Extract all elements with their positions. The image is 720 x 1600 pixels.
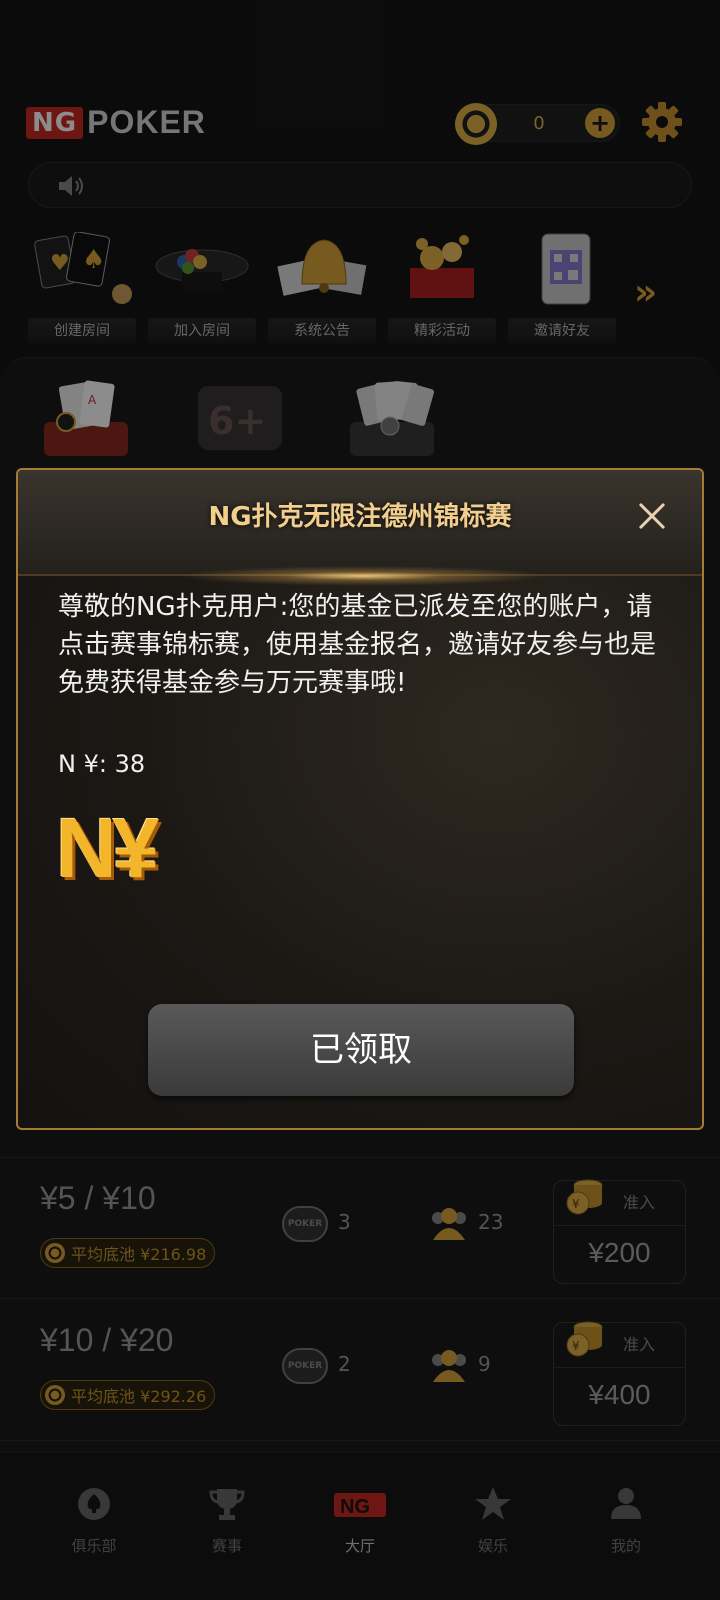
claimed-button[interactable]: 已领取 bbox=[148, 1004, 574, 1096]
header-glow bbox=[178, 566, 548, 586]
tournament-dialog: NG扑克无限注德州锦标赛 尊敬的NG扑克用户:您的基金已派发至您的账户，请点击赛… bbox=[16, 468, 704, 1130]
ny-currency-logo: N¥ bbox=[56, 801, 159, 895]
dialog-message: 尊敬的NG扑克用户:您的基金已派发至您的账户，请点击赛事锦标赛，使用基金报名，邀… bbox=[58, 592, 657, 698]
close-icon[interactable] bbox=[636, 500, 668, 532]
dialog-title: NG扑克无限注德州锦标赛 bbox=[208, 502, 512, 532]
fund-amount: N ¥: 38 bbox=[58, 750, 146, 778]
